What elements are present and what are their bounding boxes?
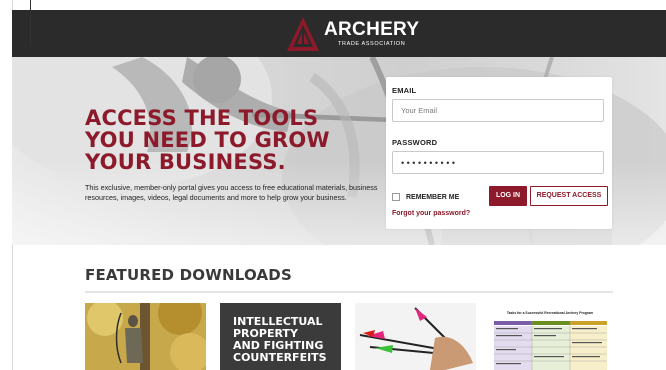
request-access-button[interactable]: REQUEST ACCESS [530,186,608,206]
password-label: PASSWORD [392,138,438,147]
header-left-rule [30,0,31,46]
email-field[interactable] [392,99,604,122]
login-button[interactable]: LOG IN [489,186,527,206]
download-card-bowhunter[interactable] [85,303,206,370]
headline-line-1: ACCESS THE TOOLS [85,106,319,130]
document-table-image [494,321,607,370]
forgot-password-link[interactable]: Forgot your password? [392,210,470,217]
arrows-hand-image [355,303,476,370]
archery-logo[interactable]: ARCHERY TRADE ASSOCIATION [286,15,419,53]
headline-line-2: YOU NEED TO GROW [85,128,330,152]
remember-me-label: REMEMBER ME [406,193,460,201]
section-divider [85,291,613,293]
download-card-arrows[interactable] [355,303,476,370]
site-header: ARCHERY TRADE ASSOCIATION [12,10,666,57]
hero-headline: ACCESS THE TOOLS YOU NEED TO GROW YOUR B… [85,107,385,173]
password-field[interactable] [392,151,604,174]
hero-section: ACCESS THE TOOLS YOU NEED TO GROW YOUR B… [12,57,666,245]
card-title-intellectual-property: INTELLECTUAL PROPERTY AND FIGHTING COUNT… [233,316,337,364]
card-title-line-4: COUNTERFEITS [233,351,327,364]
brand-subtitle: TRADE ASSOCIATION [338,41,406,48]
remember-me-option[interactable]: REMEMBER ME [392,193,459,201]
download-card-intellectual-property[interactable]: INTELLECTUAL PROPERTY AND FIGHTING COUNT… [220,303,341,370]
featured-downloads-title: FEATURED DOWNLOADS [85,266,292,284]
email-label: EMAIL [392,86,417,95]
archery-logo-icon [287,17,319,51]
brand-name: ARCHERY [324,19,420,41]
top-strip [0,0,666,10]
bowhunter-tree-image [85,303,206,370]
hero-intro-text: This exclusive, member-only portal gives… [85,183,378,202]
remember-me-checkbox[interactable] [392,193,400,201]
download-card-archery-program[interactable]: Tasks for a Successful Recreational Arch… [490,303,611,370]
login-form: EMAIL PASSWORD REMEMBER ME LOG IN REQUES… [386,77,612,229]
headline-line-3: YOUR BUSINESS. [85,150,286,174]
